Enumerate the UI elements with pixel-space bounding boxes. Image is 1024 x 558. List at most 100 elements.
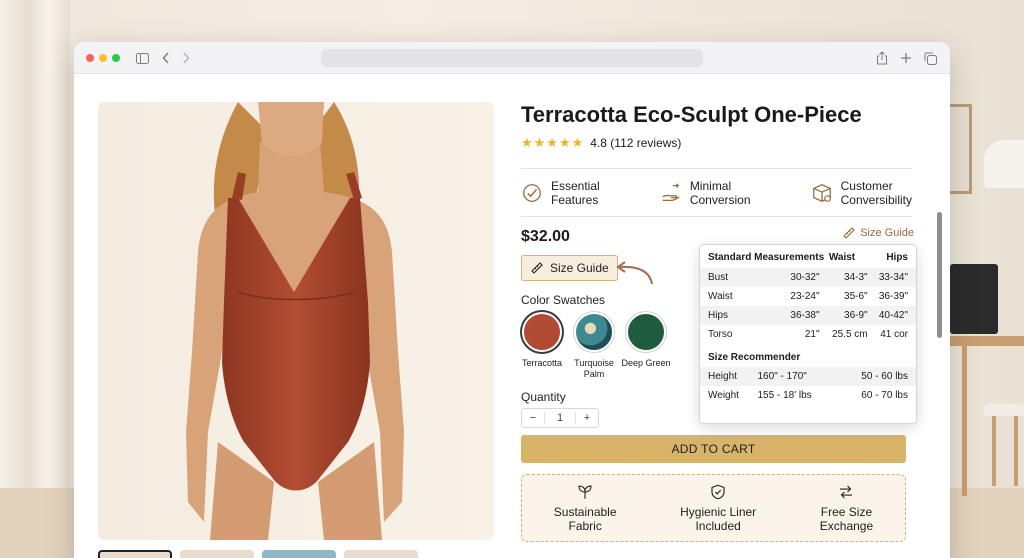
table-cell: Torso (708, 329, 733, 340)
product-price: $32.00 (521, 228, 570, 245)
share-icon[interactable] (874, 50, 890, 66)
browser-toolbar (74, 42, 950, 74)
feature-item: Customer Conversibility (811, 179, 912, 207)
desk-monitor (950, 264, 998, 334)
swap-arrows-icon (840, 485, 853, 499)
swatch-terracotta[interactable] (522, 312, 562, 352)
table-cell: 155 - 18' lbs (757, 390, 812, 401)
thumbnail-image[interactable] (262, 550, 336, 558)
table-row: Hips 36-38" 36-9" 40-42" (700, 306, 916, 325)
feature-label: Conversion (689, 193, 751, 207)
table-cell: Hips (708, 310, 729, 321)
table-row: Bust 30-32" 34-3" 33-34" (700, 268, 916, 287)
table-cell: 36-9" (844, 310, 868, 321)
color-swatches-label: Color Swatches (521, 293, 606, 307)
zoom-window-button[interactable] (112, 54, 120, 62)
perk-label: Hygienic Liner (680, 505, 757, 519)
table-row: Torso 21" 25.5 cm 41 cor (700, 325, 916, 344)
feature-item: Minimal Conversion (660, 179, 751, 207)
perk-label: Included (695, 519, 741, 533)
ruler-icon (531, 262, 543, 274)
divider (521, 168, 912, 169)
tabs-icon[interactable] (922, 50, 938, 66)
desk-leg (962, 346, 967, 496)
column-header: Waist (828, 252, 856, 263)
thumbnail-image[interactable] (344, 550, 418, 558)
table-cell: 30-32" (790, 272, 820, 283)
table-cell: 160" - 170" (757, 371, 807, 382)
feature-item: Essential Features (521, 179, 600, 207)
swatch-option[interactable]: Turquoise Palm (573, 312, 615, 380)
add-to-cart-button[interactable]: ADD TO CART (521, 435, 906, 463)
perk-label: Fabric (568, 519, 602, 533)
perks-panel: Sustainable Fabric Hygienic Liner Includ… (521, 474, 906, 542)
product-image[interactable] (98, 102, 494, 540)
quantity-decrement-button[interactable]: − (522, 412, 544, 424)
product-rating[interactable]: ★★★★★ 4.8 (112 reviews) (521, 135, 681, 151)
swatch-deep-green[interactable] (626, 312, 666, 352)
size-guide-popover: Standard Measurements Waist Hips Bust 30… (699, 244, 917, 424)
page-scrollbar[interactable] (937, 212, 942, 338)
sidebar-icon[interactable] (134, 50, 150, 66)
size-guide-link-label: Size Guide (860, 227, 914, 239)
star-rating-icon: ★★★★★ (521, 135, 585, 150)
table-cell: 41 cor (880, 329, 909, 340)
perk-label: Exchange (819, 519, 874, 533)
close-window-button[interactable] (86, 54, 94, 62)
perk-label: Sustainable (553, 505, 617, 519)
chair-leg (1014, 416, 1018, 486)
swatch-label: Turquoise Palm (574, 358, 614, 379)
product-title: Terracotta Eco-Sculpt One-Piece (521, 102, 862, 127)
back-icon[interactable] (158, 50, 174, 66)
chair-seat (984, 404, 1024, 416)
leaf-icon (578, 485, 592, 499)
forward-icon[interactable] (178, 50, 194, 66)
table-cell: 25.5 cm (832, 329, 868, 340)
perk-item: Sustainable Fabric (554, 483, 617, 533)
swatch-option[interactable]: Deep Green (621, 312, 671, 380)
table-cell: 34-3" (844, 272, 868, 283)
table-cell: Bust (708, 272, 729, 283)
window-curtain (0, 0, 70, 558)
feature-label: Essential (551, 179, 600, 193)
perk-item: Free Size Exchange (820, 483, 873, 533)
divider (521, 216, 912, 217)
address-bar[interactable] (321, 49, 703, 67)
shield-check-icon (711, 484, 725, 500)
check-circle-icon (523, 184, 541, 202)
table-cell: 36-39" (878, 291, 909, 302)
swatch-option[interactable]: Terracotta (521, 312, 563, 380)
table-cell: 36-38" (790, 310, 820, 321)
quantity-input[interactable]: 1 (544, 412, 576, 424)
table-cell: 21" (804, 329, 820, 340)
feature-label: Minimal (689, 179, 732, 193)
quantity-increment-button[interactable]: + (576, 412, 598, 424)
ruler-icon (843, 227, 855, 239)
table-cell: 40-42" (878, 310, 909, 321)
size-guide-button[interactable]: Size Guide (521, 255, 618, 281)
thumbnail-image[interactable] (98, 550, 172, 558)
minimize-window-button[interactable] (99, 54, 107, 62)
column-header: Hips (886, 252, 908, 263)
table-row: Height 160" - 170" 50 - 60 lbs (700, 367, 916, 386)
table-row: Waist 23-24" 35-6" 36-39" (700, 287, 916, 306)
table-cell: Weight (708, 390, 739, 401)
table-cell: 33-34" (878, 272, 909, 283)
swimsuit-model-illustration (98, 102, 494, 540)
table-cell: Waist (708, 291, 733, 302)
thumbnail-strip (98, 550, 418, 558)
feature-label: Customer (840, 179, 893, 193)
desk (950, 336, 1024, 346)
column-header: Standard Measurements (708, 252, 825, 263)
size-guide-link[interactable]: Size Guide (842, 226, 914, 240)
swatch-label: Terracotta (521, 358, 563, 368)
table-cell: Height (708, 371, 737, 382)
size-guide-button-label: Size Guide (550, 261, 609, 275)
thumbnail-image[interactable] (180, 550, 254, 558)
feature-label: Conversibility (840, 193, 912, 207)
swatch-turquoise-palm[interactable] (574, 312, 614, 352)
new-tab-icon[interactable] (898, 50, 914, 66)
table-cell: 23-24" (790, 291, 820, 302)
rating-text: 4.8 (112 reviews) (590, 136, 682, 150)
swatch-label: Deep Green (621, 358, 671, 368)
